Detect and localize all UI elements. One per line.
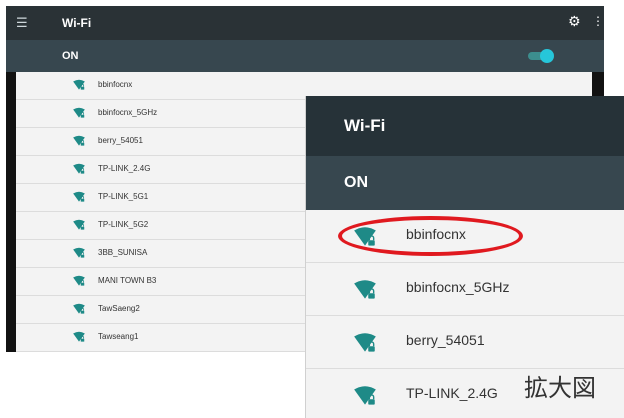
more-vert-icon[interactable]: ⋮ bbox=[592, 14, 604, 28]
zoom-wifi-switch-bar[interactable]: ON bbox=[306, 156, 624, 210]
network-ssid: TP-LINK_5G2 bbox=[98, 220, 149, 229]
wifi-toggle[interactable] bbox=[528, 49, 554, 63]
wifi-lock-icon bbox=[72, 134, 86, 148]
wifi-lock-icon bbox=[352, 330, 378, 356]
network-ssid: TawSaeng2 bbox=[98, 304, 140, 313]
network-ssid: 3BB_SUNISA bbox=[98, 248, 148, 257]
network-ssid: bbinfocnx_5GHz bbox=[98, 108, 158, 117]
wifi-lock-icon bbox=[72, 218, 86, 232]
wifi-lock-icon bbox=[352, 383, 378, 409]
page-title: Wi-Fi bbox=[62, 16, 92, 30]
zoom-wifi-switch-label: ON bbox=[344, 174, 368, 191]
hamburger-menu-icon[interactable]: ☰ bbox=[16, 15, 28, 31]
zoom-toolbar: Wi-Fi bbox=[306, 96, 624, 156]
app-toolbar: ☰ Wi-Fi ⚙ ⋮ bbox=[6, 6, 604, 40]
network-ssid: bbinfocnx_5GHz bbox=[406, 279, 510, 295]
network-ssid: TP-LINK_5G1 bbox=[98, 192, 149, 201]
network-ssid: TP-LINK_2.4G bbox=[98, 164, 151, 173]
toggle-knob[interactable] bbox=[540, 49, 554, 63]
zoomed-view: Wi-Fi ON bbinfocnx bbinfocnx_5GHz berry_54… bbox=[306, 96, 624, 418]
network-ssid: MANI TOWN B3 bbox=[98, 276, 157, 285]
wifi-switch-label: ON bbox=[62, 50, 79, 62]
network-ssid: berry_54051 bbox=[98, 136, 143, 145]
network-row[interactable]: berry_54051 bbox=[306, 316, 624, 369]
zoom-page-title: Wi-Fi bbox=[344, 116, 386, 135]
highlight-ellipse bbox=[338, 216, 523, 256]
figure: ☰ Wi-Fi ⚙ ⋮ ON bbinfocnx bbinfocnx_5GHz be… bbox=[0, 0, 624, 418]
wifi-lock-icon bbox=[72, 330, 86, 344]
network-ssid: TP-LINK_2.4G bbox=[406, 385, 498, 401]
wifi-lock-icon bbox=[72, 274, 86, 288]
gear-icon[interactable]: ⚙ bbox=[568, 13, 581, 30]
wifi-lock-icon bbox=[352, 277, 378, 303]
wifi-lock-icon bbox=[72, 78, 86, 92]
network-ssid: bbinfocnx bbox=[98, 80, 133, 89]
wifi-lock-icon bbox=[72, 246, 86, 260]
wifi-lock-icon bbox=[72, 302, 86, 316]
network-row[interactable]: bbinfocnx_5GHz bbox=[306, 263, 624, 316]
network-ssid: berry_54051 bbox=[406, 332, 485, 348]
wifi-switch-bar[interactable]: ON bbox=[6, 40, 604, 72]
wifi-lock-icon bbox=[72, 106, 86, 120]
wifi-lock-icon bbox=[72, 190, 86, 204]
zoom-caption: 拡大図 bbox=[524, 374, 596, 402]
network-ssid: Tawseang1 bbox=[98, 332, 139, 341]
wifi-lock-icon bbox=[72, 162, 86, 176]
